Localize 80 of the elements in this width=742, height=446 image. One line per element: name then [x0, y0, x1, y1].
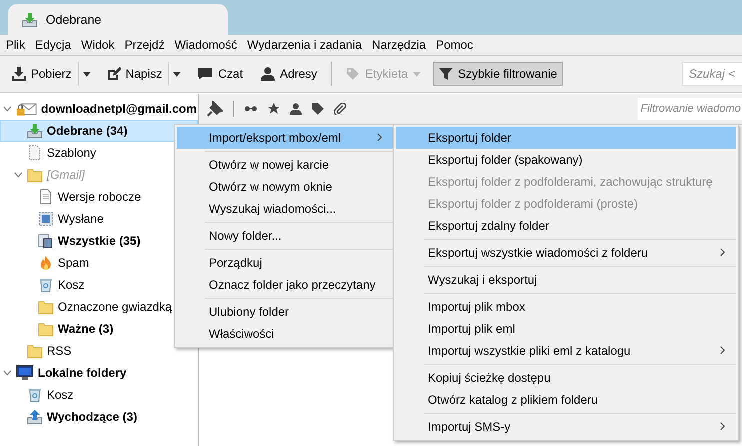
folder-icon — [27, 343, 43, 359]
folder-label: Oznaczone gwiazdką — [58, 300, 172, 314]
chevron-down-icon[interactable] — [14, 172, 23, 178]
folder-label: RSS — [47, 344, 72, 358]
menu-item[interactable]: Widok — [76, 38, 120, 52]
filter-field[interactable]: Filtrowanie wiadomo — [638, 98, 742, 120]
folder-item[interactable]: Wychodzące (3) — [0, 406, 198, 428]
menu-item[interactable]: Pomoc — [431, 38, 478, 52]
folder-item[interactable]: downloadnetpl@gmail.com — [0, 98, 198, 120]
filter-icon — [439, 67, 454, 81]
menu-item[interactable]: Kopiuj ścieżkę dostępu — [396, 367, 736, 389]
toolbar-button[interactable]: Pobierz — [6, 62, 78, 86]
trash-icon — [38, 277, 54, 293]
chevron-down-icon[interactable] — [3, 106, 12, 112]
tag-icon — [346, 67, 360, 81]
folder-label: downloadnetpl@gmail.com — [41, 102, 197, 116]
folder-item[interactable]: Odebrane (34) — [0, 120, 198, 142]
toolbar-button[interactable]: Adresy — [255, 62, 324, 86]
menu-item[interactable]: Wiadomość — [170, 38, 242, 52]
menu-item[interactable]: Eksportuj zdalny folder — [396, 215, 736, 237]
menu-item[interactable]: Eksportuj folder — [396, 127, 736, 149]
menu-item[interactable]: Wydarzenia i zadania — [242, 38, 368, 52]
search-field[interactable]: Szukaj < — [682, 62, 742, 86]
folder-label: Wersje robocze — [58, 190, 142, 204]
toolbar-button[interactable]: Napisz — [100, 62, 168, 86]
glasses-icon[interactable] — [244, 105, 258, 113]
archive-icon — [38, 233, 54, 249]
folder-label: Wysłane — [58, 212, 104, 226]
outbox-icon — [27, 409, 43, 425]
menu-item[interactable]: Otwórz katalog z plikiem folderu — [396, 389, 736, 411]
menu-item[interactable]: Importuj wszystkie pliki eml z katalogu — [396, 340, 736, 362]
download-icon — [12, 67, 26, 81]
quick-filter-button[interactable]: Szybkie filtrowanie — [433, 62, 564, 86]
folder-label: Kosz — [58, 278, 85, 292]
menu-item[interactable]: Eksportuj folder (spakowany) — [396, 149, 736, 171]
chevron-down-icon[interactable] — [3, 370, 12, 376]
person-icon — [261, 67, 276, 81]
menu-item[interactable]: Plik — [1, 38, 30, 52]
menu-item[interactable]: Importuj plik mbox — [396, 296, 736, 318]
folder-label: [Gmail] — [47, 168, 86, 182]
inbox-icon — [27, 123, 43, 139]
document-icon — [38, 189, 54, 205]
folder-icon — [38, 321, 54, 337]
flame-icon — [38, 255, 54, 271]
pin-icon[interactable] — [207, 101, 223, 117]
folder-item[interactable]: Kosz — [0, 384, 198, 406]
folder-label: Wychodzące (3) — [47, 410, 138, 424]
menu-item[interactable]: Import/eksport mbox/eml — [177, 127, 393, 149]
menu-item[interactable]: Eksportuj wszystkie wiadomości z folderu — [396, 242, 736, 264]
menu-item[interactable]: Przejdź — [120, 38, 170, 52]
menu-item[interactable]: Importuj plik eml — [396, 318, 736, 340]
inbox-icon — [22, 12, 38, 28]
menu-item[interactable]: Edycja — [30, 38, 76, 52]
folder-label: Wszystkie (35) — [58, 234, 141, 248]
folder-label: Kosz — [47, 388, 74, 402]
paperclip-icon[interactable] — [334, 103, 346, 115]
folder-label: Lokalne foldery — [38, 366, 127, 380]
stamp-icon — [38, 211, 54, 227]
person-icon[interactable] — [290, 103, 302, 115]
tag-icon[interactable] — [312, 103, 324, 115]
menu-item[interactable]: Narzędzia — [367, 38, 432, 52]
folder-label: Spam — [58, 256, 90, 270]
computer-icon — [16, 365, 34, 381]
folder-icon — [38, 299, 54, 315]
star-icon[interactable] — [268, 103, 280, 115]
trash-icon — [27, 387, 43, 403]
mail-account-icon — [16, 101, 38, 117]
pencil-icon — [106, 67, 121, 81]
folder-label: Szablony — [47, 146, 96, 160]
menu-item[interactable]: Wyszukaj i eksportuj — [396, 269, 736, 291]
folder-item[interactable]: Lokalne foldery — [0, 362, 198, 384]
folder-label: Ważne (3) — [58, 322, 114, 336]
tab-title: Odebrane — [46, 12, 102, 26]
tab[interactable]: Odebrane — [8, 4, 228, 35]
toolbar-button[interactable]: Czat — [191, 62, 250, 86]
folder-label: Odebrane (34) — [47, 124, 128, 138]
chat-icon — [197, 67, 214, 81]
document-icon — [27, 145, 43, 161]
menu-item[interactable]: Importuj SMS-y — [396, 416, 736, 438]
folder-icon — [27, 167, 43, 183]
